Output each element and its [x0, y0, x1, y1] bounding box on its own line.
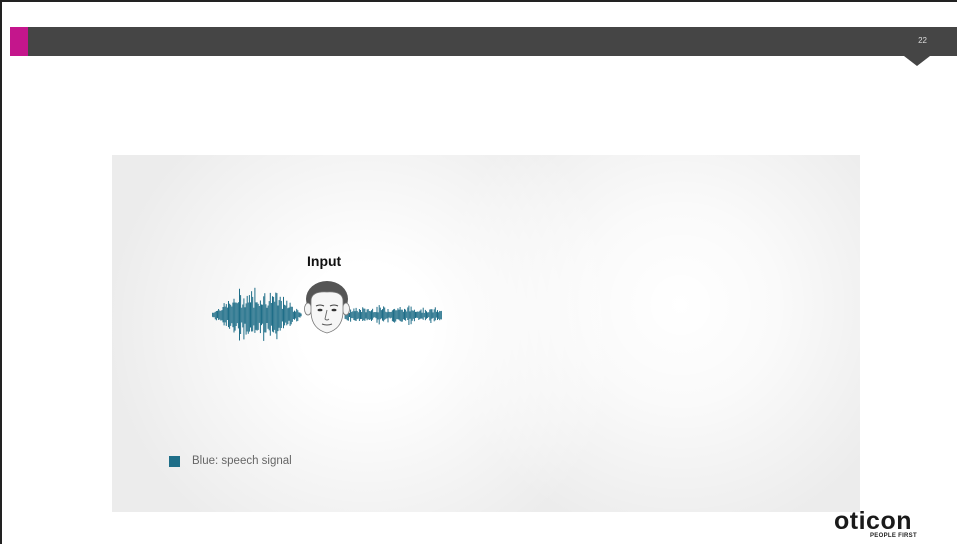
header-pointer — [904, 56, 930, 66]
slide: 22 Input Blue: speech signal oticon PEOP… — [0, 0, 957, 544]
brand-name: oticon — [834, 507, 912, 535]
legend: Blue: speech signal — [169, 455, 292, 467]
input-label: Input — [307, 253, 342, 269]
brand-tagline: PEOPLE FIRST — [870, 533, 917, 539]
content-panel: Input Blue: speech signal — [112, 155, 860, 512]
brand-logo: oticon PEOPLE FIRST — [834, 509, 934, 544]
header-accent — [10, 27, 28, 56]
header-bar: 22 — [10, 27, 957, 56]
legend-label: Blue: speech signal — [192, 455, 292, 467]
legend-swatch — [169, 455, 180, 467]
head-icon — [304, 281, 350, 334]
page-number: 22 — [918, 36, 927, 45]
